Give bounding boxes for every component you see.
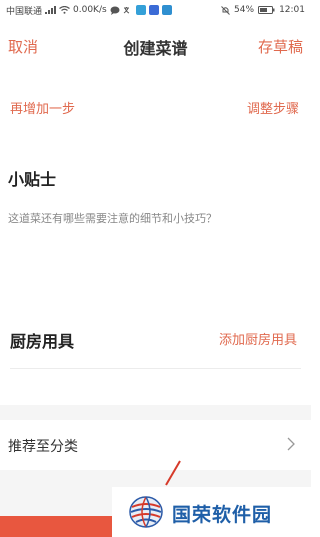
chat-bubble-icon [110, 6, 120, 15]
translate-icon [123, 6, 133, 15]
add-kitchen-tools-button[interactable]: 添加厨房用具 [219, 329, 297, 348]
bottom-action-bar[interactable] [0, 516, 112, 537]
app-badge-icon [161, 5, 172, 15]
kitchen-tools-heading: 厨房用具 [10, 332, 75, 351]
tips-input[interactable]: 这道菜还有哪些需要注意的细节和小技巧？ [8, 210, 303, 226]
section-gap [0, 405, 311, 420]
status-right: 54% 12:01 [221, 5, 305, 15]
battery-icon [258, 6, 275, 14]
save-draft-button[interactable]: 存草稿 [258, 36, 303, 57]
watermark: 国荣软件园 [112, 487, 311, 537]
battery-percent: 54% [234, 5, 255, 15]
globe-logo-icon [129, 496, 163, 528]
wifi-icon [59, 6, 70, 14]
app-badge-icon [135, 5, 146, 15]
clock: 12:01 [279, 5, 305, 15]
adjust-steps-button[interactable]: 调整步骤 [247, 98, 299, 117]
category-label: 推荐至分类 [8, 439, 78, 455]
net-speed: 0.00K/s [73, 5, 107, 15]
category-row[interactable]: 推荐至分类 [0, 420, 311, 470]
divider [10, 368, 301, 369]
steps-actions: 再增加一步 调整步骤 [0, 98, 311, 118]
chevron-right-icon [287, 436, 295, 455]
top-bar: 取消 创建菜谱 存草稿 [0, 30, 311, 62]
add-step-button[interactable]: 再增加一步 [10, 98, 75, 117]
status-left: 中国联通 0.00K/s [6, 4, 172, 17]
app-badge-icon [148, 5, 159, 15]
carrier-label: 中国联通 [6, 6, 43, 17]
watermark-text: 国荣软件园 [172, 504, 273, 526]
annotation-line [165, 460, 181, 486]
tips-heading: 小贴士 [8, 170, 57, 189]
signal-icon [45, 6, 57, 14]
status-bar: 中国联通 0.00K/s 54% 12:01 [0, 0, 311, 20]
mute-icon [221, 5, 230, 15]
